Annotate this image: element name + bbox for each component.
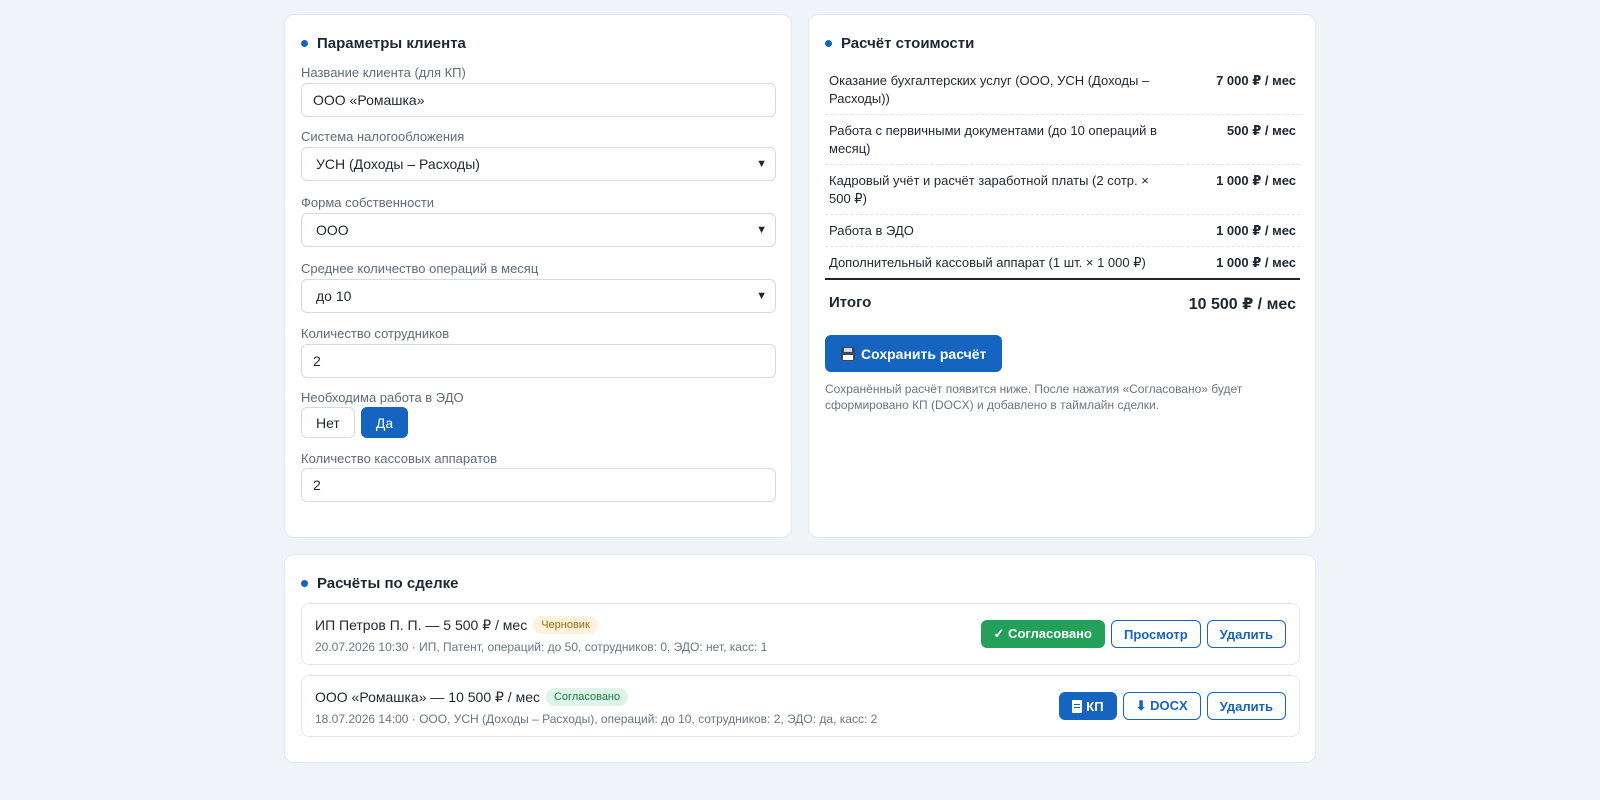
ownership-select[interactable]: ООО ▼ (301, 213, 776, 247)
employees-input[interactable]: 2 (301, 344, 776, 378)
cash-registers-input[interactable]: 2 (301, 468, 776, 502)
client-params-card: Параметры клиента Название клиента (для … (284, 14, 792, 538)
deal-calcs-card: Расчёты по сделке ИП Петров П. П. — 5 50… (284, 554, 1316, 763)
cost-row: Работа в ЭДО 1 000 ₽ / мес (825, 215, 1300, 247)
tax-system-select[interactable]: УСН (Доходы – Расходы) ▼ (301, 147, 776, 181)
deal-item-actions: ✓ Согласовано Просмотр Удалить (980, 620, 1286, 648)
client-name-input[interactable]: ООО «Ромашка» (301, 83, 776, 117)
cost-row-name: Работа в ЭДО (829, 223, 914, 238)
cash-registers-label: Количество кассовых аппаратов (301, 451, 498, 466)
cost-row-name: Кадровый учёт и расчёт заработной платы … (829, 173, 1149, 206)
cost-calc-title: Расчёт стоимости (825, 35, 974, 52)
deal-item-actions: КП ⬇ DOCX Удалить (1059, 692, 1286, 720)
delete-button[interactable]: Удалить (1206, 620, 1286, 648)
total-label: Итого (829, 294, 872, 311)
save-calc-button[interactable]: Сохранить расчёт (825, 335, 1003, 372)
operations-select[interactable]: до 10 ▼ (301, 279, 776, 313)
cost-row-name: Дополнительный кассовый аппарат (1 шт. ×… (829, 255, 1146, 270)
deal-item: ООО «Ромашка» — 10 500 ₽ / мес Согласова… (301, 675, 1300, 737)
delete-button[interactable]: Удалить (1206, 692, 1286, 720)
view-button[interactable]: Просмотр (1110, 620, 1201, 648)
deal-item-title: ИП Петров П. П. — 5 500 ₽ / мес Черновик (315, 616, 598, 634)
ownership-label: Форма собственности (301, 195, 435, 210)
cost-row-price: 7 000 ₽ / мес (1216, 73, 1296, 88)
edo-no-button[interactable]: Нет (301, 407, 355, 438)
chevron-down-icon: ▼ (756, 290, 767, 302)
cost-row: Кадровый учёт и расчёт заработной платы … (825, 165, 1300, 215)
document-icon (1072, 699, 1083, 713)
cost-row-price: 1 000 ₽ / мес (1216, 223, 1296, 238)
cost-row-price: 500 ₽ / мес (1226, 123, 1296, 138)
tax-system-label: Система налогообложения (301, 129, 465, 144)
client-params-title: Параметры клиента (301, 35, 466, 52)
bullet-dot-icon (301, 40, 308, 47)
client-name-label: Название клиента (для КП) (301, 65, 466, 80)
employees-label: Количество сотрудников (301, 326, 450, 341)
bullet-dot-icon (825, 40, 832, 47)
deal-calcs-title: Расчёты по сделке (301, 575, 458, 592)
edo-label: Необходима работа в ЭДО (301, 390, 464, 405)
bullet-dot-icon (301, 580, 308, 587)
status-badge: Согласовано (545, 688, 629, 706)
total-row: Итого 10 500 ₽ / мес (825, 280, 1300, 314)
deal-item-meta: 18.07.2026 14:00 · ООО, УСН (Доходы – Ра… (315, 712, 878, 726)
chevron-down-icon: ▼ (756, 158, 767, 170)
cost-row-price: 1 000 ₽ / мес (1216, 173, 1296, 188)
edo-toggle: Нет Да (301, 407, 409, 438)
cost-row: Работа с первичными документами (до 10 о… (825, 115, 1300, 165)
cost-table: Оказание бухгалтерских услуг (ООО, УСН (… (825, 65, 1300, 314)
cost-row-price: 1 000 ₽ / мес (1216, 255, 1296, 270)
save-hint-text: Сохранённый расчёт появится ниже. После … (825, 382, 1243, 412)
chevron-down-icon: ▼ (756, 224, 767, 236)
floppy-disk-icon (841, 346, 855, 361)
approve-button[interactable]: ✓ Согласовано (980, 620, 1105, 648)
edo-yes-button[interactable]: Да (360, 407, 409, 438)
operations-label: Среднее количество операций в месяц (301, 261, 539, 276)
deal-item: ИП Петров П. П. — 5 500 ₽ / мес Черновик… (301, 603, 1300, 665)
cost-row-name: Оказание бухгалтерских услуг (ООО, УСН (… (829, 73, 1150, 106)
cost-row-name: Работа с первичными документами (до 10 о… (829, 123, 1157, 156)
total-value: 10 500 ₽ / мес (1188, 296, 1296, 313)
cost-row: Дополнительный кассовый аппарат (1 шт. ×… (825, 247, 1300, 280)
kp-button[interactable]: КП (1059, 692, 1117, 720)
cost-row: Оказание бухгалтерских услуг (ООО, УСН (… (825, 65, 1300, 115)
deal-item-title: ООО «Ромашка» — 10 500 ₽ / мес Согласова… (315, 688, 629, 706)
cost-calc-card: Расчёт стоимости Оказание бухгалтерских … (808, 14, 1316, 538)
deal-item-meta: 20.07.2026 10:30 · ИП, Патент, операций:… (315, 640, 768, 654)
status-badge: Черновик (533, 616, 598, 634)
download-docx-button[interactable]: ⬇ DOCX (1122, 692, 1201, 720)
